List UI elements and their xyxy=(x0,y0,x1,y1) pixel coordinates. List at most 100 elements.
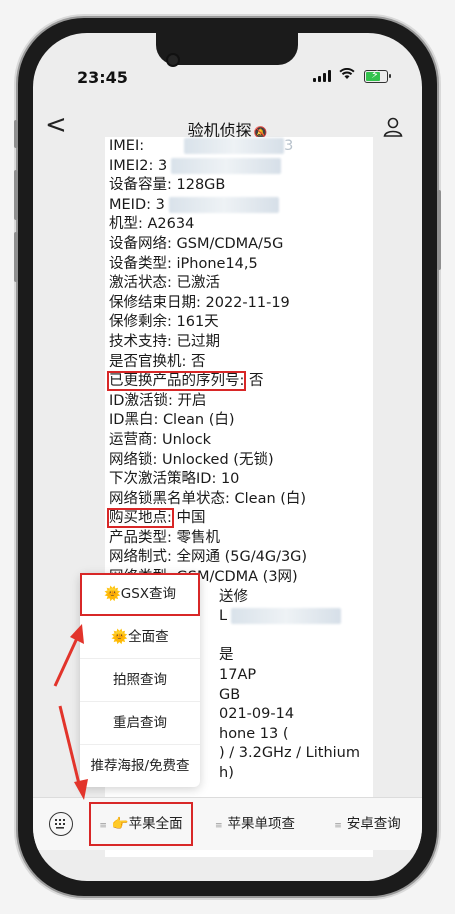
info-value: 已激活 xyxy=(176,275,221,292)
info-label: ID激活锁: xyxy=(109,392,178,409)
info-value: Clean (白) xyxy=(234,490,307,507)
info-value: L xyxy=(219,608,228,625)
info-value: 3 xyxy=(157,157,168,174)
info-value: 17AP xyxy=(219,667,257,684)
info-line: 产品类型: 零售机 xyxy=(109,529,360,549)
tab-label: 👉苹果全面 xyxy=(111,816,183,832)
info-value: Clean (白) xyxy=(162,412,235,429)
redacted-value xyxy=(184,138,285,154)
info-label: IMEI: xyxy=(109,138,145,154)
info-value: 10 xyxy=(220,471,240,488)
info-line: 设备类型: iPhone14,5 xyxy=(109,255,360,275)
info-value: 2022-11-19 xyxy=(205,294,290,311)
info-line: 网络锁黑名单状态: Clean (白) xyxy=(109,490,360,510)
info-label: 设备类型: xyxy=(109,255,177,272)
camera xyxy=(168,55,178,65)
status-time: 23:45 xyxy=(77,68,128,87)
info-label: 保修剩余: xyxy=(109,314,177,331)
redacted-value xyxy=(231,608,342,625)
redacted-value xyxy=(171,157,282,174)
info-label: ID黑白: xyxy=(109,412,163,429)
info-line: 购买地点: 中国 xyxy=(107,508,360,529)
info-value: ) / 3.2GHz / Lithium xyxy=(219,745,360,762)
info-label: 产品类型: xyxy=(109,529,177,546)
info-label: 网络锁黑名单状态: xyxy=(109,490,235,507)
info-line: 保修结束日期: 2022-11-19 xyxy=(109,294,360,314)
info-value: GSM/CDMA/5G xyxy=(176,235,284,252)
battery-charging-icon: ⚡ xyxy=(364,68,391,83)
profile-icon[interactable] xyxy=(382,116,404,138)
info-value: iPhone14,5 xyxy=(176,255,258,272)
info-line: 网络制式: 全网通 (5G/4G/3G) xyxy=(109,548,360,568)
popup-menu-item[interactable]: 推荐海报/免费查 xyxy=(80,745,200,787)
tab-label: 苹果单项查 xyxy=(227,816,296,832)
info-value: 否 xyxy=(244,373,264,390)
menu-lines-icon: ≡ xyxy=(334,821,342,831)
info-value: GB xyxy=(219,686,241,703)
info-value: 中国 xyxy=(171,510,206,527)
info-label: 下次激活策略ID: xyxy=(109,471,221,488)
info-value: 161天 xyxy=(176,314,219,331)
info-line: 设备网络: GSM/CDMA/5G xyxy=(109,235,360,255)
power-button xyxy=(437,190,441,270)
info-value: Unlocked (无锁) xyxy=(162,451,274,468)
info-line: 已更换产品的序列号: 否 xyxy=(106,371,360,392)
info-line: 网络锁: Unlocked (无锁) xyxy=(109,451,360,471)
mute-switch xyxy=(14,120,18,148)
info-line: 运营商: Unlock xyxy=(109,431,360,451)
info-label: 网络锁: xyxy=(109,451,162,468)
info-line: 下次激活策略ID: 10 xyxy=(109,470,360,490)
info-line: IMEI: 3 xyxy=(109,137,360,157)
tab-apple-full[interactable]: ≡ 👉苹果全面 xyxy=(85,798,197,850)
popup-menu: 🌞GSX查询 🌞全面查 拍照查询 重启查询 推荐海报/免费查 xyxy=(80,573,200,787)
info-value: A2634 xyxy=(147,216,195,233)
info-line: 激活状态: 已激活 xyxy=(109,274,360,294)
info-line: IMEI2: 3 xyxy=(109,157,360,177)
info-label: IMEI2: xyxy=(109,157,158,174)
info-value: 开启 xyxy=(177,392,207,409)
wifi-icon xyxy=(339,67,355,84)
popup-menu-item[interactable]: 🌞全面查 xyxy=(80,616,200,659)
popup-menu-item[interactable]: 🌞GSX查询 xyxy=(80,573,200,616)
info-line: 设备容量: 128GB xyxy=(109,176,360,196)
volume-down-button xyxy=(14,232,18,282)
info-value: Unlock xyxy=(162,431,212,448)
info-label: 设备容量: xyxy=(109,177,177,194)
info-value: 是 xyxy=(219,647,234,664)
keyboard-toggle-icon[interactable] xyxy=(49,812,73,836)
info-value: hone 13 ( xyxy=(219,725,289,742)
info-value: 已过期 xyxy=(176,333,221,350)
popup-menu-item[interactable]: 拍照查询 xyxy=(80,659,200,702)
info-line: 是否官换机: 否 xyxy=(109,353,360,373)
info-label: 设备网络: xyxy=(109,235,177,252)
info-label: 技术支持: xyxy=(109,333,177,350)
signal-icon xyxy=(313,70,333,82)
info-value: 全网通 (5G/4G/3G) xyxy=(176,549,308,566)
info-line: ID激活锁: 开启 xyxy=(109,392,360,412)
info-line: 机型: A2634 xyxy=(109,215,360,235)
info-label: 是否官换机: xyxy=(109,353,191,370)
tab-label: 安卓查询 xyxy=(346,816,401,832)
info-value: 送修 xyxy=(219,588,248,605)
popup-menu-item[interactable]: 重启查询 xyxy=(80,702,200,745)
info-tail: 3 xyxy=(284,138,294,154)
info-value: 3 xyxy=(155,196,165,213)
info-label: 已更换产品的序列号: xyxy=(106,371,247,392)
info-label: 运营商: xyxy=(109,431,162,448)
info-label: 激活状态: xyxy=(109,275,177,292)
info-value: h) xyxy=(219,765,234,781)
info-line: ID黑白: Clean (白) xyxy=(109,411,360,431)
info-label: MEID: xyxy=(109,196,156,213)
redacted-value xyxy=(168,196,279,213)
info-label: 购买地点: xyxy=(107,508,174,529)
volume-up-button xyxy=(14,170,18,220)
tab-apple-single[interactable]: ≡ 苹果单项查 xyxy=(199,798,311,850)
info-label: 网络制式: xyxy=(109,549,177,566)
info-label: 保修结束日期: xyxy=(109,294,206,311)
screen: 23:45 ⚡ < 验机侦探 🔕 IMEI: 3 IMEI2: 3 设备容量: 128G… xyxy=(33,33,422,881)
tab-android[interactable]: ≡ 安卓查询 xyxy=(313,798,422,850)
menu-lines-icon: ≡ xyxy=(214,821,223,831)
info-line: 保修剩余: 161天 xyxy=(109,313,360,333)
info-label: 机型: xyxy=(109,216,148,233)
info-line: MEID: 3 xyxy=(109,196,360,216)
